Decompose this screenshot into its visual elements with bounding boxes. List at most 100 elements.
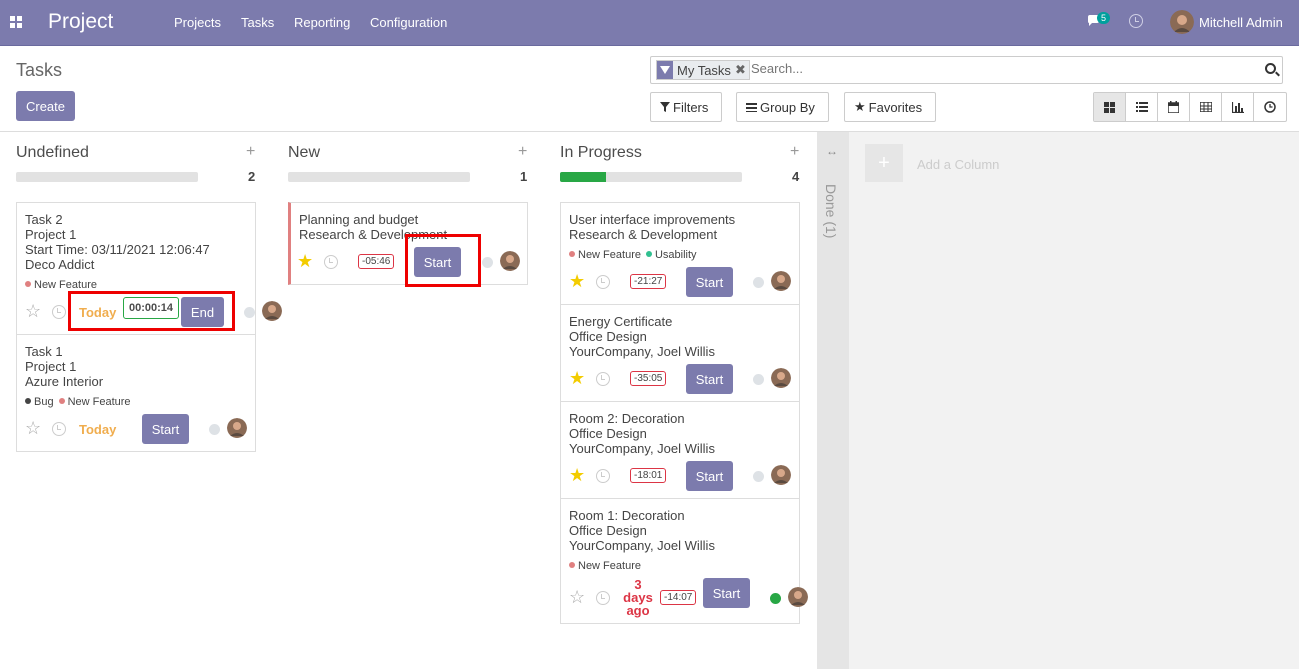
- card-title: Task 2: [25, 212, 63, 227]
- card-project: Office Design: [569, 329, 647, 344]
- filters-button[interactable]: Filters: [650, 92, 722, 122]
- priority-star-icon[interactable]: ★: [297, 252, 313, 270]
- unfold-arrows-icon[interactable]: ↔: [826, 144, 838, 158]
- search-icon[interactable]: [1265, 63, 1276, 74]
- start-timer-button[interactable]: Start: [142, 414, 189, 444]
- column-count: 1: [520, 169, 528, 184]
- star-icon: ★: [854, 99, 866, 114]
- card-project: Office Design: [569, 426, 647, 441]
- start-timer-button[interactable]: Start: [686, 364, 733, 394]
- start-timer-button[interactable]: Start: [686, 267, 733, 297]
- start-timer-button[interactable]: Start: [686, 461, 733, 491]
- activity-clock-icon[interactable]: [596, 469, 610, 483]
- activity-clock-icon[interactable]: [52, 305, 66, 319]
- column-progress-bar[interactable]: [288, 172, 470, 182]
- quick-create-plus-icon[interactable]: +: [246, 143, 255, 161]
- user-name[interactable]: Mitchell Admin: [1199, 15, 1283, 30]
- column-progress-bar[interactable]: [560, 172, 742, 182]
- activities-clock-icon[interactable]: [1129, 14, 1143, 28]
- calendar-view-icon[interactable]: [1158, 93, 1190, 121]
- activity-clock-icon[interactable]: [596, 275, 610, 289]
- priority-star-icon[interactable]: ☆: [25, 302, 41, 320]
- activity-clock-icon[interactable]: [324, 255, 338, 269]
- card-project: Research & Development: [569, 227, 718, 242]
- user-avatar[interactable]: [1170, 10, 1194, 34]
- kanban-card-energy-certificate[interactable]: Energy Certificate Office Design YourCom…: [560, 304, 800, 402]
- filter-funnel-icon: [660, 102, 670, 112]
- kanban-state-dot[interactable]: [482, 257, 493, 268]
- kanban-card-room-2-decoration[interactable]: Room 2: Decoration Office Design YourCom…: [560, 401, 800, 499]
- deadline-timer: -14:07: [660, 590, 697, 605]
- pivot-view-icon[interactable]: [1190, 93, 1222, 121]
- page-title: Tasks: [16, 60, 63, 80]
- facet-remove-icon[interactable]: ✖: [735, 62, 749, 78]
- add-column-label[interactable]: Add a Column: [917, 157, 999, 172]
- activity-clock-icon[interactable]: [52, 422, 66, 436]
- start-timer-button[interactable]: Start: [703, 578, 750, 608]
- card-customer: YourCompany, Joel Willis: [569, 344, 715, 359]
- deadline-timer: -18:01: [630, 468, 667, 483]
- kanban-card-task-1[interactable]: Task 1 Project 1 Azure Interior Bug New …: [16, 334, 256, 452]
- app-brand[interactable]: Project: [48, 10, 113, 34]
- activity-clock-icon[interactable]: [596, 372, 610, 386]
- assignee-avatar: [262, 301, 282, 321]
- messages-badge: 5: [1097, 12, 1111, 24]
- create-button[interactable]: Create: [16, 91, 75, 121]
- activity-clock-icon[interactable]: [596, 591, 610, 605]
- column-progress-bar[interactable]: [16, 172, 198, 182]
- priority-star-icon[interactable]: ★: [569, 272, 585, 290]
- kanban-state-dot[interactable]: [753, 471, 764, 482]
- list-view-icon[interactable]: [1126, 93, 1158, 121]
- card-title: Task 1: [25, 344, 63, 359]
- card-tags: Bug New Feature: [25, 396, 131, 408]
- menu-projects[interactable]: Projects: [174, 15, 221, 30]
- assignee-avatar: [788, 587, 808, 607]
- card-title: Planning and budget: [299, 212, 419, 227]
- priority-star-icon[interactable]: ★: [569, 466, 585, 484]
- kanban-state-dot[interactable]: [770, 593, 781, 604]
- filter-icon: [657, 61, 673, 79]
- assignee-avatar: [771, 465, 791, 485]
- card-project: Office Design: [569, 523, 647, 538]
- add-column-area: + Add a Column: [849, 132, 1299, 669]
- priority-star-icon[interactable]: ☆: [25, 419, 41, 437]
- priority-star-icon[interactable]: ☆: [569, 588, 585, 606]
- menu-configuration[interactable]: Configuration: [370, 15, 447, 30]
- facet-label: My Tasks: [677, 62, 731, 78]
- card-title: User interface improvements: [569, 212, 736, 227]
- card-customer: Deco Addict: [25, 257, 95, 272]
- kanban-state-dot[interactable]: [209, 424, 220, 435]
- quick-create-plus-icon[interactable]: +: [518, 143, 527, 161]
- assignee-avatar: [771, 368, 791, 388]
- kanban-card-user-interface-improvements[interactable]: User interface improvements Research & D…: [560, 202, 800, 305]
- priority-star-icon[interactable]: ★: [569, 369, 585, 387]
- deadline-timer: -05:46: [358, 254, 395, 269]
- folded-column-done[interactable]: ↔ Done (1): [817, 132, 849, 669]
- activity-view-icon[interactable]: [1254, 93, 1286, 121]
- deadline-timer: -35:05: [630, 371, 667, 386]
- column-title[interactable]: Undefined: [16, 144, 89, 162]
- menu-reporting[interactable]: Reporting: [294, 15, 350, 30]
- column-title[interactable]: In Progress: [560, 144, 642, 162]
- kanban-state-dot[interactable]: [753, 277, 764, 288]
- top-navbar: Project Projects Tasks Reporting Configu…: [0, 0, 1299, 46]
- column-title[interactable]: New: [288, 144, 320, 162]
- card-project: Project 1: [25, 227, 77, 242]
- group-by-button[interactable]: Group By: [736, 92, 829, 122]
- search-input[interactable]: [751, 61, 1251, 76]
- control-panel: Tasks Create My Tasks ✖ Filters Group By…: [0, 46, 1299, 132]
- search-facet: My Tasks ✖: [656, 60, 750, 80]
- apps-menu-icon[interactable]: [10, 16, 23, 29]
- graph-view-icon[interactable]: [1222, 93, 1254, 121]
- favorites-button[interactable]: ★ Favorites: [844, 92, 936, 122]
- filters-label: Filters: [673, 99, 709, 115]
- add-column-plus-icon[interactable]: +: [865, 144, 903, 182]
- menu-tasks[interactable]: Tasks: [241, 15, 274, 30]
- card-customer: YourCompany, Joel Willis: [569, 538, 715, 553]
- kanban-state-dot[interactable]: [753, 374, 764, 385]
- quick-create-plus-icon[interactable]: +: [790, 143, 799, 161]
- kanban-state-dot[interactable]: [244, 307, 255, 318]
- kanban-card-room-1-decoration[interactable]: Room 1: Decoration Office Design YourCom…: [560, 498, 808, 624]
- card-tags: New Feature: [569, 560, 641, 572]
- kanban-view-icon[interactable]: [1094, 93, 1126, 121]
